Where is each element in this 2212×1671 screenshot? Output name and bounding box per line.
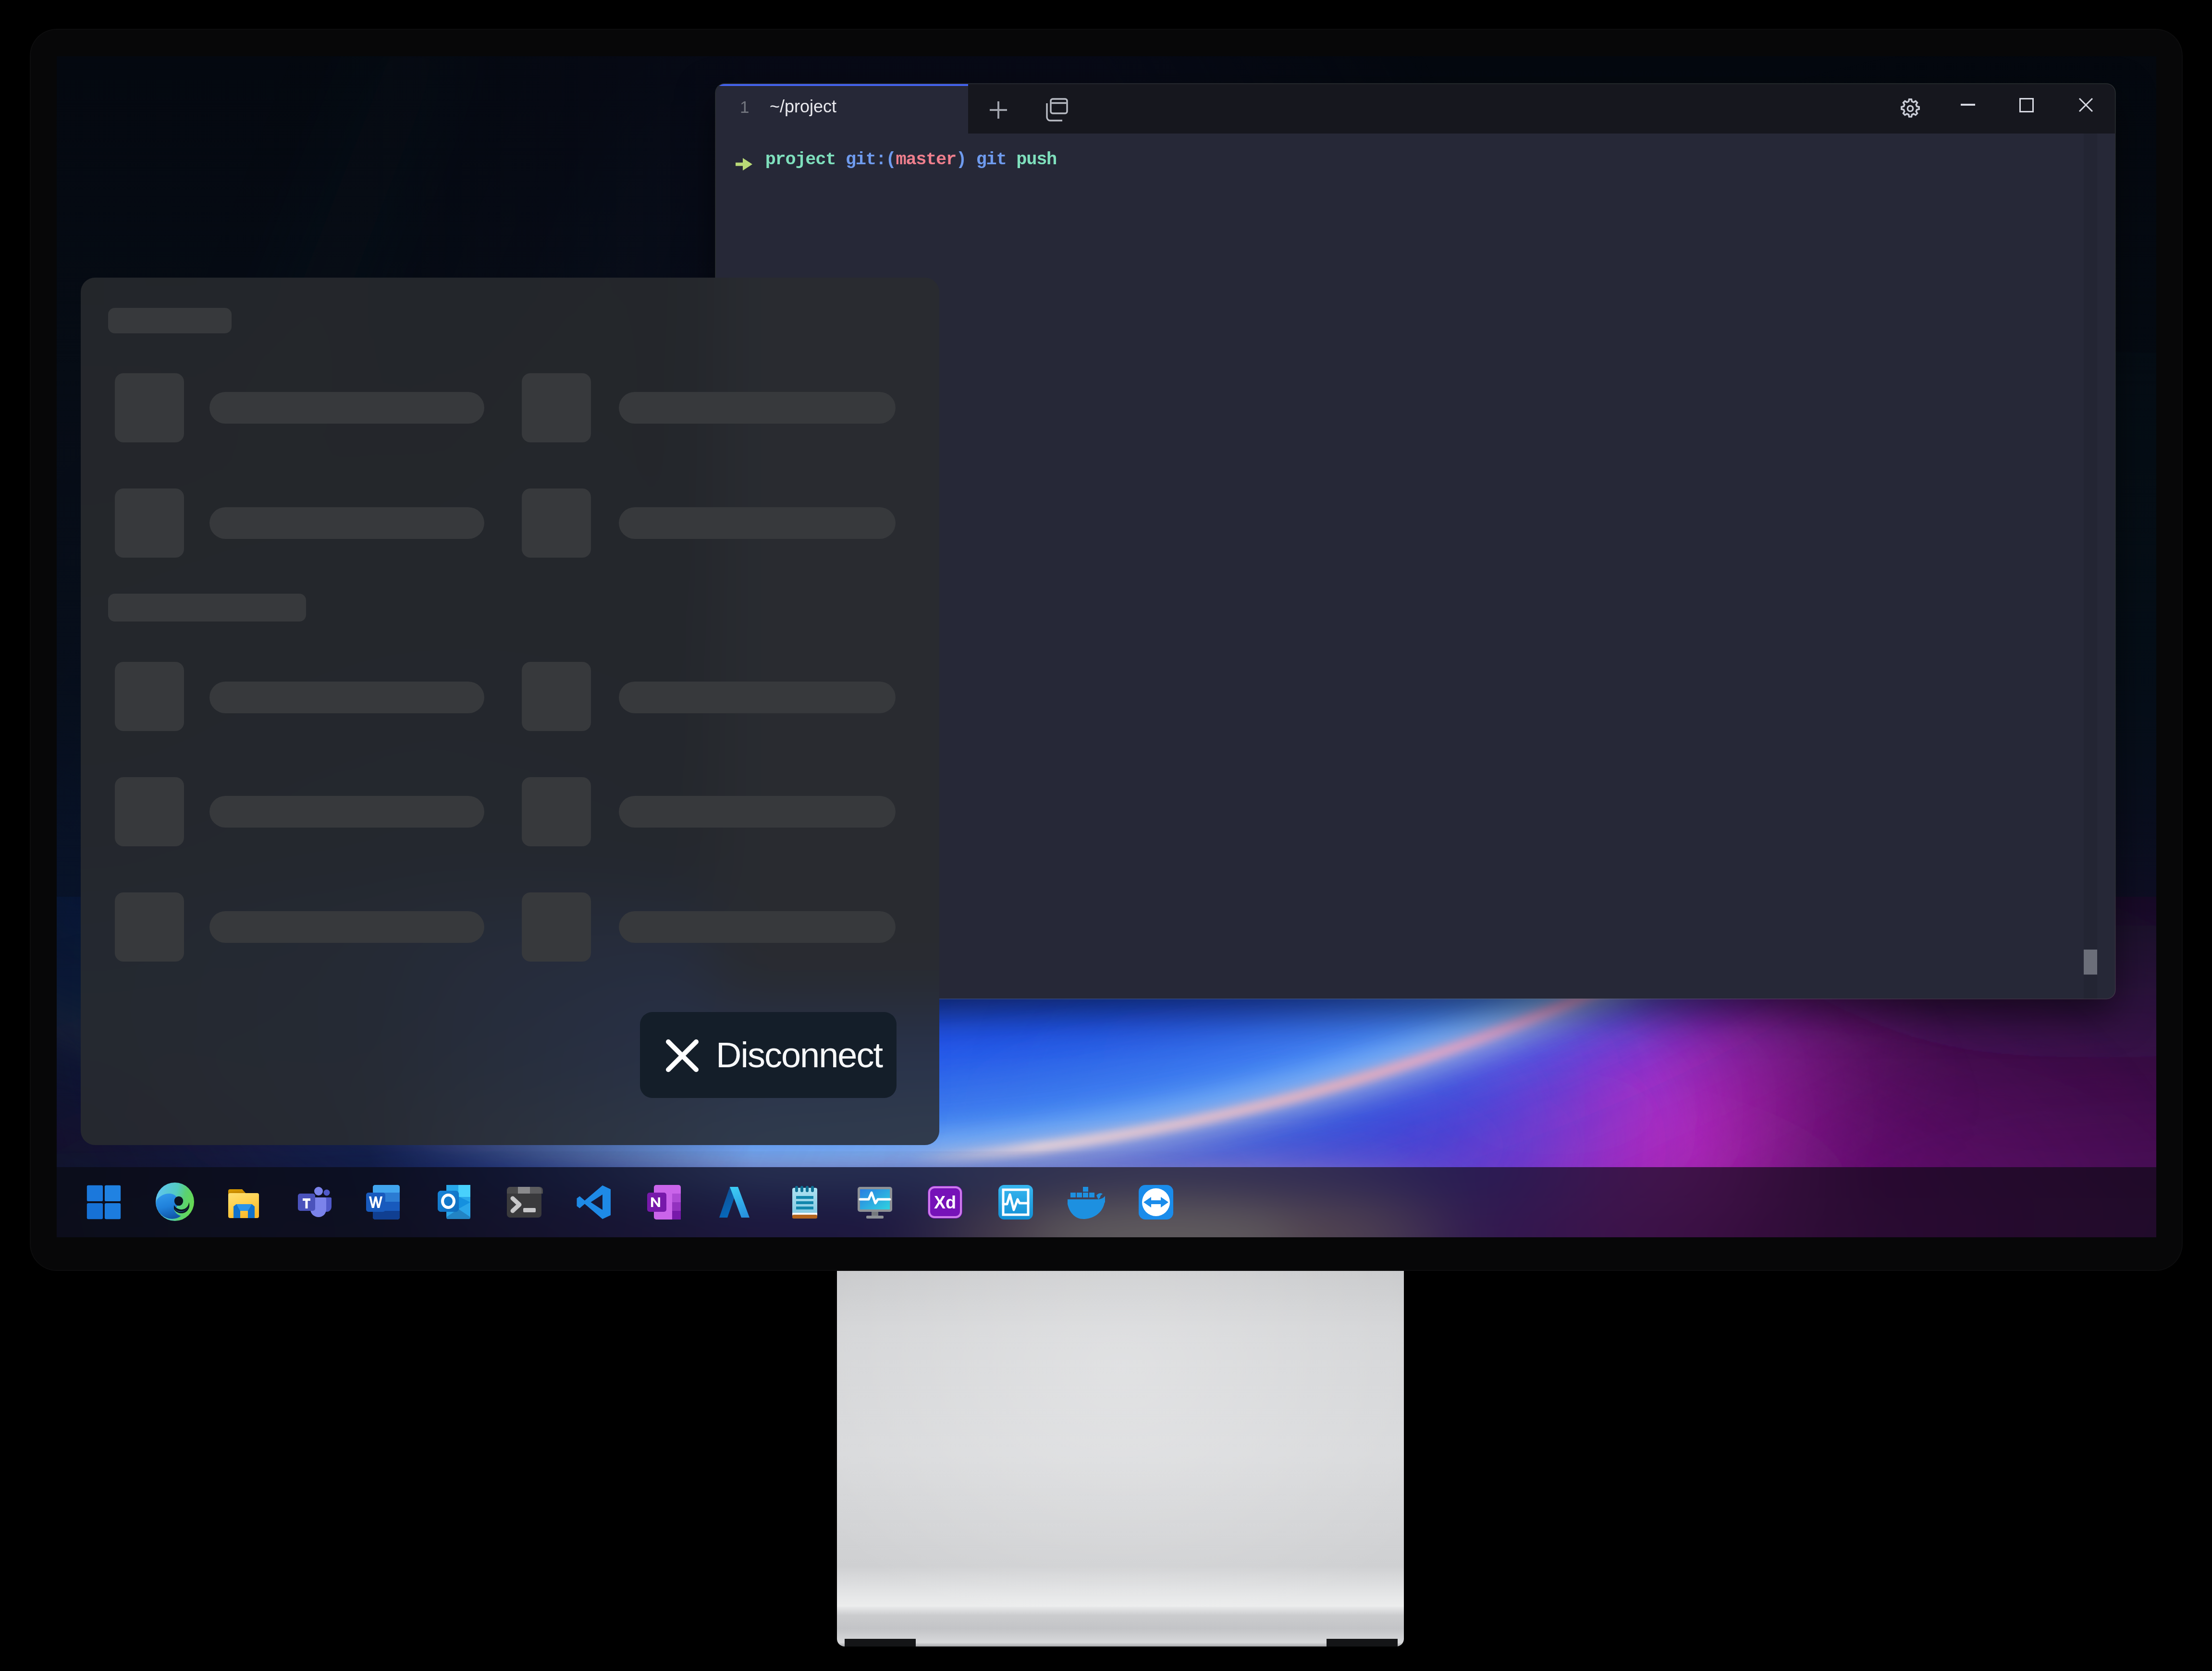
svg-text:Xd: Xd	[934, 1193, 956, 1212]
